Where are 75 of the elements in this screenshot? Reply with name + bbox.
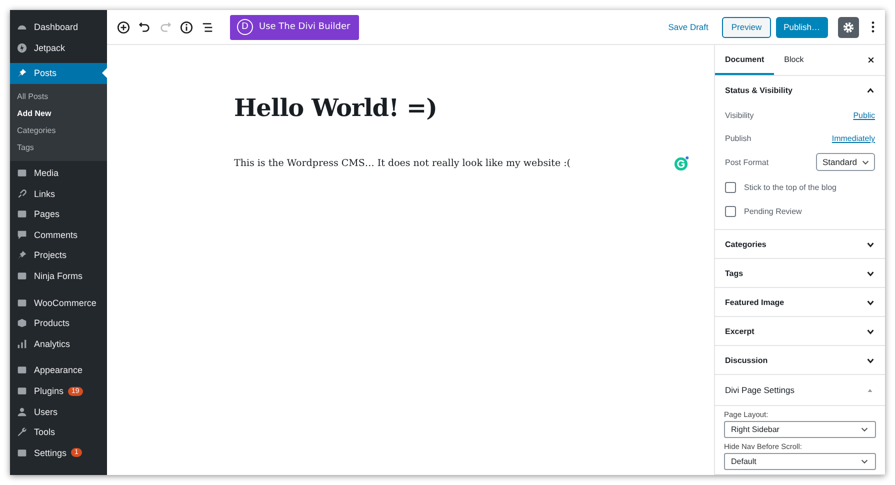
menu-item[interactable]: Analytics — [10, 334, 107, 354]
menu-item[interactable]: Users — [10, 401, 107, 422]
pin-icon — [17, 250, 27, 260]
menu-item[interactable]: Media — [10, 162, 107, 184]
setting-label: Post Format — [725, 158, 769, 167]
divi-builder-button[interactable]: D Use The Divi Builder — [230, 14, 360, 40]
panel-section-header[interactable]: Categories — [715, 230, 885, 258]
chevron-down-icon — [860, 457, 869, 466]
setting-label: Publish — [725, 134, 752, 143]
info-icon[interactable] — [180, 20, 193, 34]
panel-section-header[interactable]: Divi Page Settings — [715, 375, 885, 405]
menu-item[interactable]: Jetpack — [10, 38, 107, 58]
link-icon — [17, 188, 27, 199]
menu-item[interactable]: Projects — [10, 245, 107, 266]
section-title: Divi Page Settings — [725, 385, 794, 395]
submenu-item[interactable]: Tags — [10, 138, 107, 156]
post-title[interactable]: Hello World! =) — [234, 93, 714, 122]
save-draft-link[interactable]: Save Draft — [668, 22, 708, 32]
gear-icon — [842, 20, 855, 34]
menu-item[interactable]: Appearance — [10, 360, 107, 381]
menu-item[interactable]: Comments — [10, 224, 107, 246]
settings-button[interactable] — [838, 16, 859, 38]
checkbox-label: Stick to the top of the blog — [744, 182, 837, 192]
wrench-icon — [17, 427, 27, 438]
panel-section-header[interactable]: Status & Visibility — [715, 76, 885, 104]
add-block-icon[interactable] — [117, 20, 130, 34]
submenu-item[interactable]: All Posts — [10, 88, 107, 105]
pin-icon — [17, 68, 27, 78]
preview-button[interactable]: Preview — [722, 16, 771, 38]
post-format-select[interactable]: Standard — [816, 153, 875, 171]
panel-section-header[interactable]: Featured Image — [715, 288, 885, 316]
bar-chart-icon — [17, 338, 27, 349]
panel-tab[interactable]: Block — [774, 45, 814, 75]
chevron-down-icon — [860, 425, 869, 434]
box-icon — [17, 318, 27, 328]
current-indicator — [102, 68, 107, 78]
divi-logo-icon: D — [237, 19, 253, 35]
menu-item[interactable]: Tools — [10, 422, 107, 442]
more-options-icon[interactable] — [871, 21, 875, 33]
section-title: Excerpt — [725, 326, 754, 336]
close-icon[interactable] — [867, 56, 875, 64]
outline-icon[interactable] — [201, 20, 214, 34]
section-title: Status & Visibility — [725, 86, 792, 94]
menu-item[interactable]: Ninja Forms — [10, 266, 107, 286]
menu-item[interactable]: Links — [10, 183, 107, 204]
bolt-icon — [17, 42, 27, 53]
panel-section-header[interactable]: Tags — [715, 259, 885, 287]
section-title: Featured Image — [725, 298, 784, 306]
checkbox[interactable] — [725, 182, 736, 192]
grammar-checker-icon[interactable] — [674, 156, 689, 171]
menu-item[interactable]: Posts — [10, 63, 107, 84]
dropdown-select[interactable]: Default — [724, 453, 876, 470]
undo-icon[interactable] — [138, 20, 151, 34]
submenu-item[interactable]: Add New — [10, 104, 107, 122]
setting-label: Visibility — [725, 111, 754, 120]
publish-button[interactable]: Publish… — [776, 16, 828, 38]
menu-item[interactable]: WooCommerce — [10, 292, 107, 313]
dropdown-select[interactable]: Right Sidebar — [724, 421, 876, 438]
section-title: Tags — [725, 268, 744, 278]
panel-section-header[interactable]: Excerpt — [715, 317, 885, 345]
panel-section-header[interactable]: Discussion — [715, 346, 885, 374]
user-icon — [17, 406, 27, 417]
checkbox[interactable] — [725, 206, 736, 216]
menu-item[interactable]: Dashboard — [10, 17, 107, 38]
speech-bubble-icon — [17, 230, 27, 240]
setting-link[interactable]: Immediately — [832, 134, 875, 143]
menu-item[interactable]: Products — [10, 312, 107, 334]
submenu-item[interactable]: Categories — [10, 122, 107, 139]
paragraph-block[interactable]: This is the Wordpress CMS… It does not really look like my website :( — [234, 158, 571, 169]
checkbox-label: Pending Review — [744, 206, 802, 216]
section-title: Categories — [725, 240, 766, 248]
menu-item[interactable]: Pages — [10, 204, 107, 225]
panel-tab[interactable]: Document — [715, 45, 774, 75]
setting-link[interactable]: Public — [853, 111, 875, 120]
section-title: Discussion — [725, 356, 768, 364]
